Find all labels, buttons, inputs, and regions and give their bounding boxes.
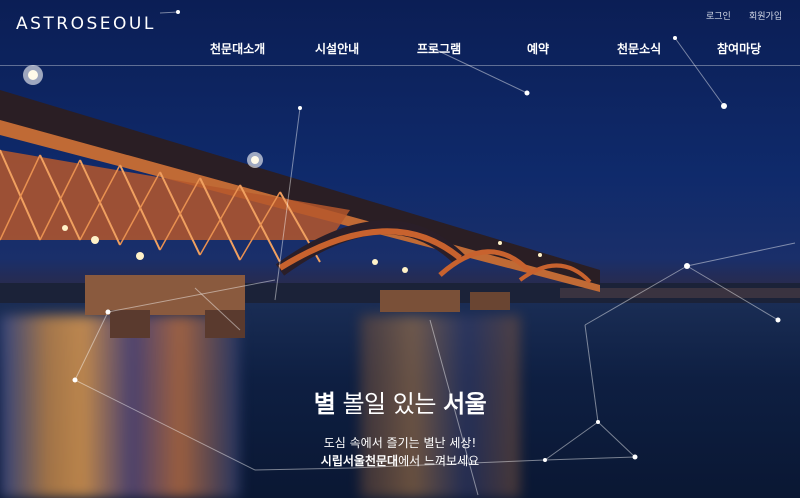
subtitle-observatory-name: 시립서울천문대 [320, 454, 399, 468]
headline-part1: 별 [313, 390, 336, 418]
hero-background [0, 0, 800, 498]
login-link[interactable]: 로그인 [706, 9, 731, 22]
signup-link[interactable]: 회원가입 [749, 9, 782, 22]
nav-item-reservation[interactable]: 예약 [527, 40, 549, 57]
nav-item-about[interactable]: 천문대소개 [210, 40, 265, 57]
hero-subtitle-line1: 도심 속에서 즐기는 별난 세상! [323, 436, 477, 450]
nav-item-facilities[interactable]: 시설안내 [315, 40, 359, 57]
subtitle-rest: 에서 느껴보세요 [398, 454, 480, 468]
site-header: ASTROSEOUL 로그인 회원가입 천문대소개 시설안내 프로그램 예약 천… [0, 0, 800, 66]
nav-item-participation[interactable]: 참여마당 [717, 40, 761, 57]
hero-headline: 별 볼일 있는 서울 [0, 384, 800, 419]
header-divider [0, 65, 800, 66]
headline-part2: 볼일 있는 [335, 390, 444, 418]
bridge-illustration [0, 65, 800, 338]
nav-item-programs[interactable]: 프로그램 [417, 40, 461, 57]
hero-subtitle-line2: 시립서울천문대에서 느껴보세요 [0, 452, 800, 469]
site-logo[interactable]: ASTROSEOUL [16, 14, 156, 34]
nav-item-news[interactable]: 천문소식 [617, 40, 661, 57]
headline-part3: 서울 [443, 390, 487, 418]
